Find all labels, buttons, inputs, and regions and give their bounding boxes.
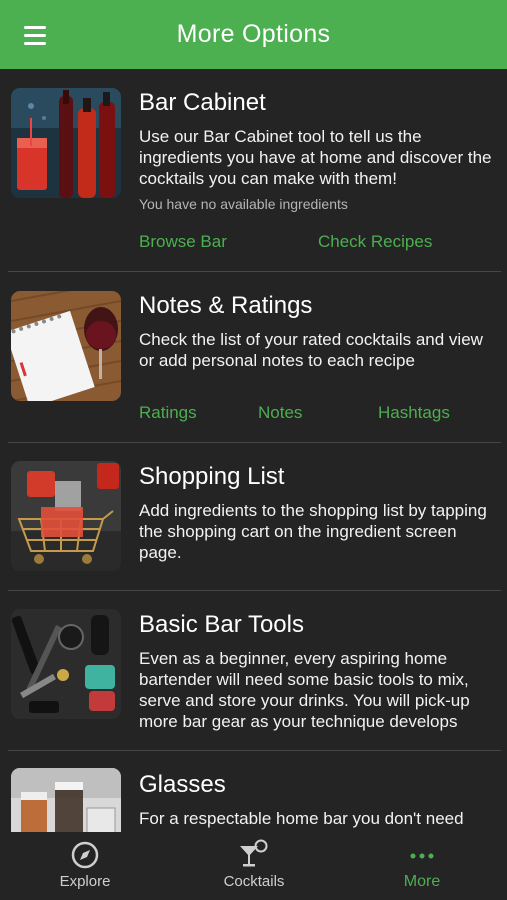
nav-label: More: [403, 873, 441, 890]
card-description: Add ingredients to the shopping list by …: [139, 501, 487, 562]
check-recipes-link[interactable]: Check Recipes: [318, 232, 432, 252]
bar-cabinet-card[interactable]: Bar Cabinet Use our Bar Cabinet tool to …: [0, 69, 507, 272]
more-dots-icon: [410, 853, 434, 859]
nav-explore[interactable]: Explore: [30, 832, 140, 900]
hamburger-menu-icon[interactable]: [18, 20, 52, 50]
card-description: Use our Bar Cabinet tool to tell us the …: [139, 127, 492, 188]
hashtags-link[interactable]: Hashtags: [378, 403, 450, 423]
ratings-link[interactable]: Ratings: [139, 403, 197, 423]
nav-cocktails[interactable]: Cocktails: [198, 832, 310, 900]
options-list[interactable]: Bar Cabinet Use our Bar Cabinet tool to …: [0, 69, 507, 832]
nav-more[interactable]: More: [372, 832, 472, 900]
nav-label: Cocktails: [223, 873, 285, 890]
browse-bar-link[interactable]: Browse Bar: [139, 232, 227, 252]
basic-bar-tools-card[interactable]: Basic Bar Tools Even as a beginner, ever…: [0, 591, 507, 751]
notes-link[interactable]: Notes: [258, 403, 302, 423]
glasses-card[interactable]: Glasses For a respectable home bar you d…: [0, 751, 507, 832]
compass-icon: [71, 841, 99, 869]
cocktail-glass-icon: [240, 839, 268, 867]
glasses-image: [11, 768, 121, 832]
bar-cabinet-image: [11, 88, 121, 198]
card-description: For a respectable home bar you don't nee…: [139, 809, 464, 828]
card-title: Basic Bar Tools: [139, 611, 304, 638]
card-description: Even as a beginner, every aspiring home …: [139, 649, 470, 731]
bar-tools-image: [11, 609, 121, 719]
card-title: Glasses: [139, 771, 226, 798]
bottom-navigation: Explore Cocktails More: [0, 832, 507, 900]
nav-label: Explore: [59, 873, 111, 890]
card-title: Shopping List: [139, 463, 285, 490]
page-title: More Options: [176, 20, 331, 48]
app-bar: More Options: [0, 0, 507, 69]
card-title: Notes & Ratings: [139, 292, 313, 319]
card-description: Check the list of your rated cocktails a…: [139, 330, 483, 370]
ingredients-status: You have no available ingredients: [139, 196, 348, 212]
card-title: Bar Cabinet: [139, 89, 266, 116]
notes-ratings-image: [11, 291, 121, 401]
shopping-list-image: [11, 461, 121, 571]
shopping-list-card[interactable]: Shopping List Add ingredients to the sho…: [0, 443, 507, 590]
notes-ratings-card[interactable]: Notes & Ratings Check the list of your r…: [0, 272, 507, 443]
